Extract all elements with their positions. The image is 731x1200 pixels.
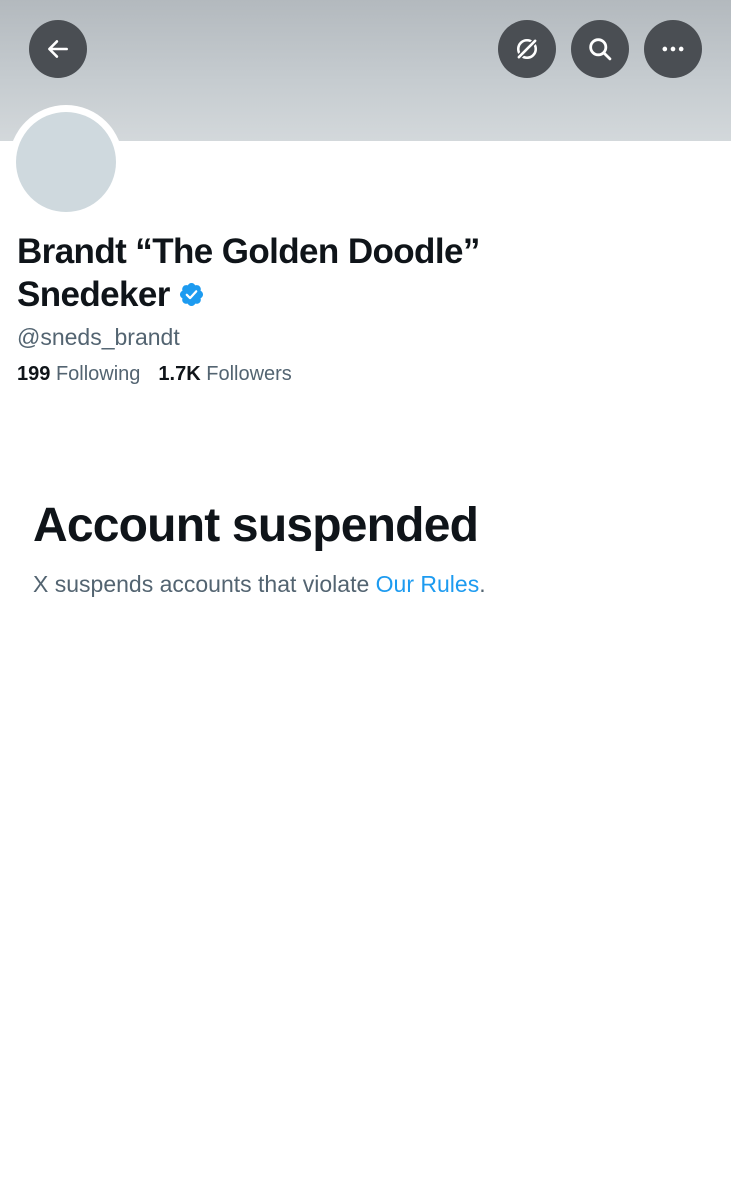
display-name-text: Brandt “The Golden Doodle” Snedeker — [17, 232, 480, 314]
following-count: 199 — [17, 363, 51, 385]
profile-page: Brandt “The Golden Doodle” Snedeker @sne… — [0, 0, 731, 1200]
search-icon — [589, 38, 612, 61]
more-button[interactable] — [644, 20, 702, 78]
verified-badge-icon[interactable] — [178, 281, 205, 308]
following-label: Following — [55, 363, 141, 385]
suspension-message: X suspends accounts that violate Our Rul… — [33, 568, 486, 600]
profile-handle: @sneds_brandt — [17, 324, 180, 350]
suspension-message-text: X suspends accounts that violate — [33, 571, 376, 597]
following-link[interactable]: 199 Following — [17, 360, 140, 388]
profile-banner — [0, 0, 731, 141]
our-rules-link[interactable]: Our Rules — [376, 571, 480, 597]
avatar[interactable] — [16, 112, 116, 212]
back-button[interactable] — [29, 20, 87, 78]
grok-icon — [516, 38, 538, 60]
followers-count: 1.7K — [158, 363, 201, 385]
profile-stats: 199 Following 1.7K Followers — [17, 360, 292, 388]
followers-link[interactable]: 1.7K Followers — [158, 360, 291, 388]
display-name: Brandt “The Golden Doodle” Snedeker — [17, 230, 577, 316]
suspension-title: Account suspended — [33, 499, 479, 552]
search-button[interactable] — [571, 20, 629, 78]
suspension-message-suffix: . — [479, 571, 486, 597]
followers-label: Followers — [206, 363, 292, 385]
grok-button[interactable] — [498, 20, 556, 78]
arrow-left-icon — [48, 40, 68, 58]
avatar-ring — [9, 105, 123, 219]
more-horizontal-icon — [662, 46, 684, 52]
